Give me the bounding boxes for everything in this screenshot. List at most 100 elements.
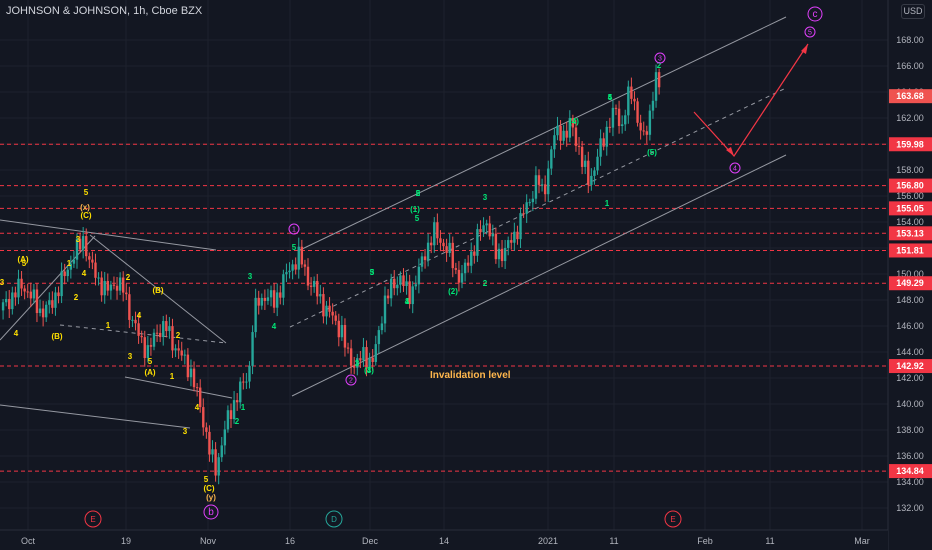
candle-body [112, 284, 116, 286]
candle-body [155, 332, 159, 334]
candle-body [48, 300, 51, 305]
candle-body [420, 256, 424, 267]
candle-body [94, 262, 97, 278]
candle-body [399, 275, 402, 285]
price-tick-label: 138.00 [896, 425, 924, 435]
candle-body [85, 236, 88, 257]
price-tick-label: 146.00 [896, 321, 924, 331]
candle-body [433, 222, 436, 246]
candle-body [491, 233, 494, 237]
candle-body [245, 381, 248, 383]
candle-body [476, 229, 479, 256]
candle-body [359, 358, 362, 361]
price-tick-label: 134.00 [896, 477, 924, 487]
candle-body [257, 297, 260, 306]
currency-button[interactable]: USD [901, 4, 925, 19]
wave-label-green: 3 [483, 193, 488, 202]
candle-body [306, 266, 310, 286]
candle-body [242, 381, 245, 383]
event-marker-label: E [90, 515, 95, 524]
candle-body [285, 272, 288, 275]
candle-body [186, 354, 190, 378]
chart-title: JOHNSON & JOHNSON, 1h, Cboe BZX [6, 5, 203, 17]
wave-label-magenta: c [813, 9, 818, 20]
candle-body [4, 298, 8, 303]
candle-body [199, 387, 202, 408]
level-price-label: 142.92 [896, 361, 924, 371]
candle-body [269, 290, 273, 298]
trend-line [0, 235, 96, 341]
candle-body [396, 284, 399, 289]
candle-body [322, 294, 325, 317]
wave-label-yellow: 5 [22, 259, 27, 268]
candle-body [430, 242, 433, 246]
trend-line [124, 376, 233, 399]
candle-body [365, 347, 368, 368]
time-axis[interactable]: Oct 19 Nov 16 Dec 14 2021 11 Feb 11 Mar [0, 529, 888, 550]
candle-body [605, 126, 608, 147]
candle-body [251, 332, 254, 366]
candle-body [577, 145, 581, 147]
time-tick-label: Dec [362, 536, 379, 546]
candle-body [593, 170, 596, 176]
candle-body [417, 266, 421, 285]
candle-body [639, 122, 642, 131]
candle-body [349, 348, 353, 366]
candle-body [627, 86, 630, 116]
wave-label-yellow: 4 [195, 403, 200, 412]
candle-body [158, 332, 162, 338]
candle-body [580, 146, 584, 167]
candle-body [559, 125, 562, 141]
wave-label-yellow: (B) [51, 332, 62, 341]
wave-label-yellow: 3 [128, 352, 133, 361]
candle-body [288, 270, 291, 273]
candle-body [291, 264, 294, 271]
candle-body [565, 130, 568, 138]
candle-body [17, 278, 20, 298]
candle-body [131, 319, 134, 321]
price-axis[interactable]: 132.00 134.00 136.00 138.00 140.00 142.00 144.… [887, 0, 932, 550]
candle-body [485, 223, 488, 226]
candle-body [547, 168, 550, 195]
level-price-label: 151.81 [896, 245, 924, 255]
wave-label-yellow: 1 [67, 259, 72, 268]
candle-body [165, 321, 168, 332]
wave-label-green: (1) [410, 205, 420, 214]
candle-body [596, 156, 599, 171]
wave-label-yellow: 1 [170, 372, 175, 381]
candle-body [41, 308, 45, 318]
wave-label-magenta: 1 [292, 227, 296, 234]
candle-body [500, 248, 504, 262]
candle-body [309, 285, 313, 287]
candle-body [386, 295, 390, 299]
candle-body [263, 297, 267, 301]
wave-label-green: 3 [248, 272, 253, 281]
candle-body [195, 387, 199, 389]
candle-body [183, 354, 186, 356]
candle-body [562, 130, 565, 141]
wave-label-yellow: 2 [74, 293, 79, 302]
candle-body [374, 344, 377, 362]
candle-body [574, 127, 578, 146]
wave-label-green: 1 [605, 199, 610, 208]
candle-body [340, 325, 344, 338]
candle-body [451, 242, 454, 269]
price-tick-label: 158.00 [896, 165, 924, 175]
wave-label-green: 1 [241, 403, 246, 412]
candle-body [11, 292, 14, 310]
candle-body [208, 431, 211, 455]
candle-body [248, 365, 251, 382]
candle-body [152, 332, 156, 347]
candle-body [192, 368, 196, 388]
candle-body [371, 357, 374, 362]
wave-label-green: (5) [647, 148, 657, 157]
candle-body [8, 298, 11, 310]
candle-body [103, 280, 106, 296]
candle-body [260, 297, 263, 306]
candle-body [654, 72, 658, 101]
candle-body [279, 292, 282, 298]
candle-body [100, 277, 103, 296]
price-chart[interactable]: (x)(C)53412(A)534(B)124(B)235(A) 1345(C)(… [0, 0, 932, 550]
wave-label-yellow: 1 [106, 321, 111, 330]
candle-body [645, 131, 648, 135]
